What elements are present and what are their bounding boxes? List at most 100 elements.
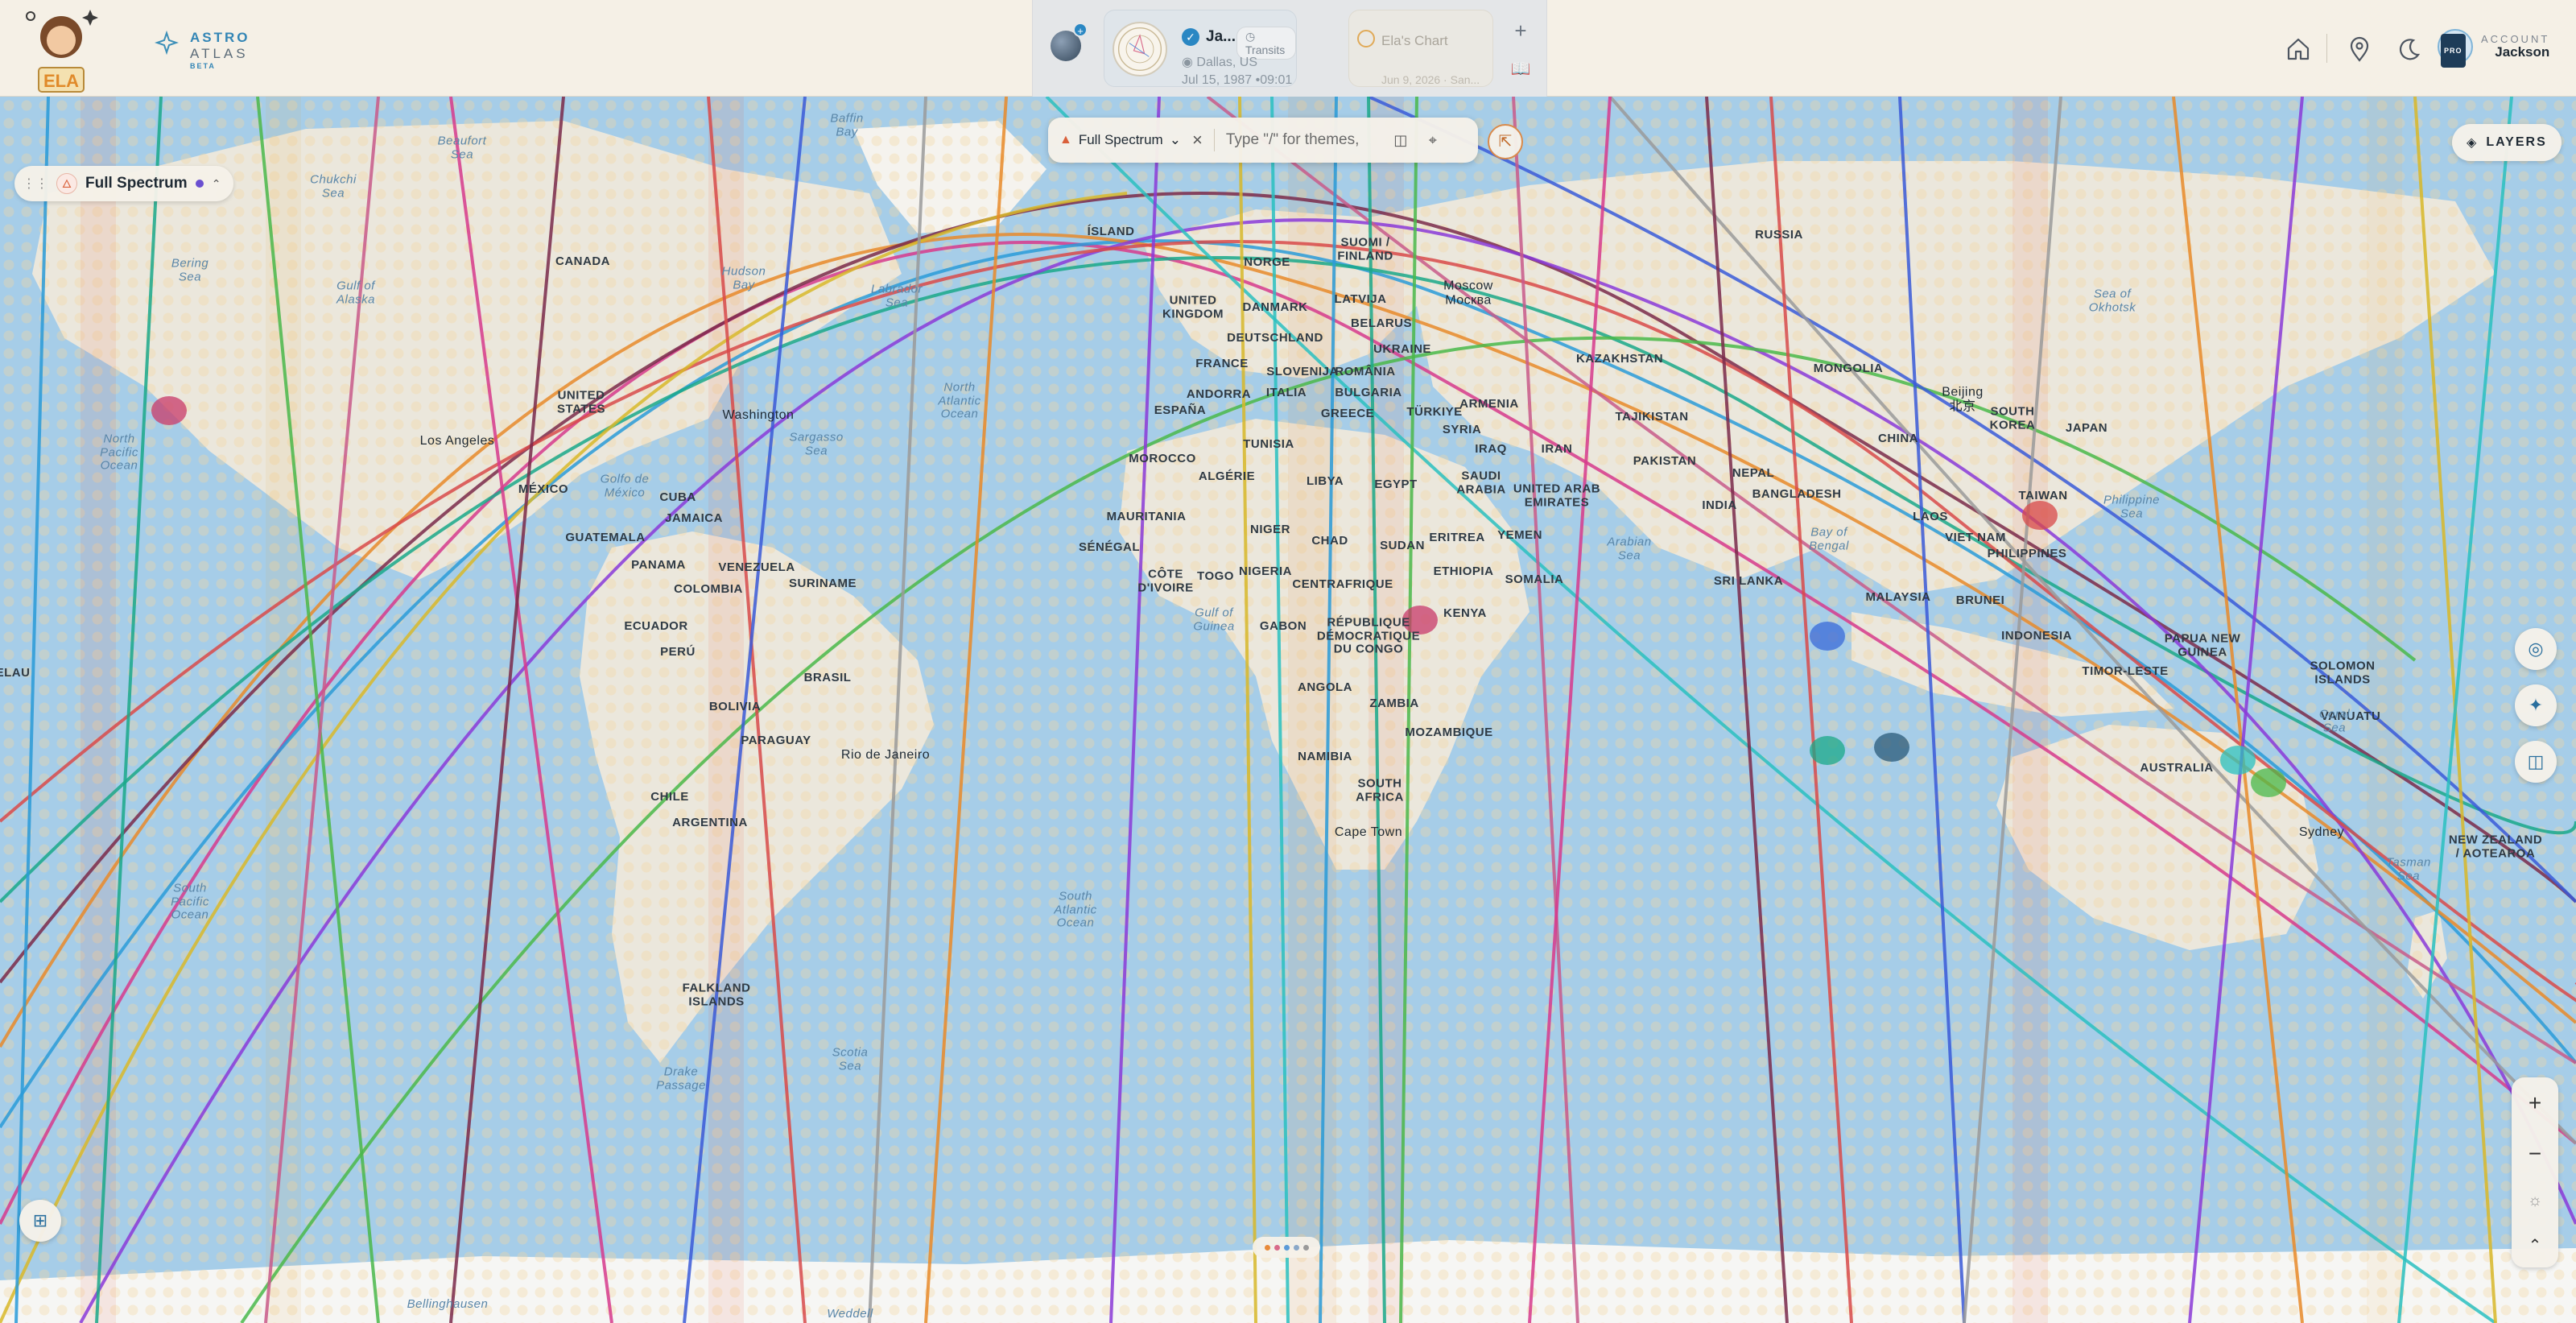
brand-line-2: ATLAS [190,46,249,61]
country-label-danmark: DANMARK [1242,300,1308,314]
astro-meridian-line[interactable] [868,97,927,1323]
country-label-usa: UNITED STATES [557,388,605,416]
city-label-sydney[interactable]: Sydney [2299,825,2344,840]
pager-dot [1264,1244,1270,1251]
astro-meridian-line[interactable] [1963,97,2062,1323]
country-label-deutschland: DEUTSCHLAND [1227,330,1323,345]
location-hotspot-marker[interactable] [1874,733,1909,762]
chart-tab-ela[interactable]: Ela's Chart Jun 9, 2026 · San... [1348,10,1493,87]
avatar: JM PRO [2438,29,2473,68]
city-label-losangeles[interactable]: Los Angeles [420,434,495,449]
location-hotspot-marker[interactable] [1810,736,1845,765]
astro-atlas-app: ELA ASTRO ATLAS BETA + ✓ Ja... ◷ Transit… [0,0,2576,1323]
country-label-belarus: BELARUS [1350,316,1413,330]
moon-icon[interactable] [2396,35,2423,63]
astro-meridian-line[interactable] [1238,97,1257,1323]
country-label-panama: PANAMA [631,557,686,572]
sea-label-baffin: Baffin Bay [830,111,864,139]
country-label-cuba: CUBA [659,490,696,504]
astro-meridian-line[interactable] [449,97,613,1323]
astro-meridian-line[interactable] [95,97,163,1323]
chart-tab-active[interactable]: ✓ Ja... ◷ Transits ◉ Dallas, US Jul 15, … [1104,10,1297,87]
country-label-egypt: EGYPT [1374,477,1418,491]
search-input[interactable] [1225,131,1379,149]
country-label-laos: LAOS [1913,509,1948,523]
book-guide-button[interactable]: ⊞ [19,1200,61,1242]
country-label-island: ÍSLAND [1087,224,1135,238]
crosshair-icon[interactable]: ⌖ [1422,130,1443,151]
book-icon[interactable]: 📖 [1509,58,1532,81]
country-label-france: FRANCE [1195,356,1249,370]
layers-label: LAYERS [2486,135,2547,149]
astro-curve-line[interactable] [0,256,2576,903]
country-label-nz: NEW ZEALAND / AOTEAROA [2448,833,2543,860]
zoom-out-button[interactable]: − [2519,1141,2551,1167]
country-label-bulgaria: BULGARIA [1335,385,1402,399]
check-icon: ✓ [1182,28,1199,46]
pager-dot [1283,1244,1290,1251]
country-label-armenia: ARMENIA [1459,396,1519,411]
location-pin-icon[interactable] [2346,35,2373,63]
astro-meridian-line[interactable] [1319,97,1338,1323]
location-hotspot-marker[interactable] [1810,622,1845,651]
sparkle-tool-icon[interactable]: ✦ [2515,684,2557,726]
country-label-china: CHINA [1878,431,1918,445]
theme-selector[interactable]: ▲ Full Spectrum ⌄ [1059,132,1181,148]
spectrum-theme-pill[interactable]: ⋮⋮ 🜂 Full Spectrum ⌃ [14,166,234,201]
compass-icon[interactable]: ◎ [2515,628,2557,670]
chevron-up-icon[interactable]: ⌃ [2519,1235,2551,1255]
astro-curve-line[interactable] [1206,97,2576,1065]
camera-tool-icon[interactable]: ◫ [2515,741,2557,783]
astro-curve-line[interactable] [0,192,1128,1323]
location-hotspot-marker[interactable] [151,396,187,425]
spectrum-pill-label: Full Spectrum [85,175,188,192]
zoom-in-button[interactable]: + [2519,1090,2551,1116]
pager-dots[interactable] [1253,1237,1320,1258]
ela-logo[interactable]: ELA [21,5,101,95]
account-menu[interactable]: JM PRO ACCOUNT Jackson [2438,29,2550,68]
city-label-capetown[interactable]: Cape Town [1335,825,1402,840]
pager-dot [1302,1244,1309,1251]
camera-icon[interactable]: ◫ [1390,130,1411,151]
country-label-turkiye: TÜRKIYE [1406,404,1463,419]
country-label-brasil: BRASIL [803,670,852,684]
home-icon[interactable] [2285,35,2312,63]
chevron-up-icon[interactable]: ⌃ [212,177,221,191]
astro-meridian-line[interactable] [2397,97,2513,1323]
drag-handle-icon[interactable]: ⋮⋮ [23,176,48,192]
share-button[interactable]: ⇱ [1488,124,1523,159]
country-label-uae: UNITED ARAB EMIRATES [1513,482,1601,509]
sea-label-okhotsk: Sea of Okhotsk [2088,287,2136,314]
country-label-sudan: SUDAN [1380,538,1425,552]
clear-theme-button[interactable]: × [1192,130,1203,151]
city-label-beijing[interactable]: Beijing 北京 [1942,385,1984,413]
country-label-yemen: YEMEN [1497,527,1542,542]
astro-meridian-line[interactable] [1705,97,1789,1323]
astro-meridian-line[interactable] [1109,97,1161,1323]
country-label-uk: UNITED KINGDOM [1162,293,1224,320]
city-label-moscow[interactable]: Moscow Москва [1443,279,1493,307]
astro-meridian-line[interactable] [1270,97,1290,1323]
city-label-washington[interactable]: Washington [723,408,795,423]
location-hotspot-marker[interactable] [2220,746,2256,775]
sun-icon[interactable]: ☼ [2519,1192,2551,1210]
country-label-palau: ELAU [0,665,31,680]
world-map[interactable]: CANADA UNITED STATES MÉXICO CUBA GUATEMALA JA… [0,97,2576,1323]
location-hotspot-marker[interactable] [2251,768,2286,797]
map-side-tools: ◎ ✦ ◫ [2515,628,2557,783]
add-chart-button[interactable]: + [1509,19,1532,42]
country-label-philippines: PHILIPPINES [1987,546,2067,560]
astro-meridian-line[interactable] [449,97,565,1323]
sea-label-drake: Drake Passage [656,1065,706,1092]
sun-icon [1357,30,1375,48]
location-hotspot-marker[interactable] [2022,501,2058,530]
astro-meridian-line[interactable] [1769,97,1853,1323]
sea-label-hudson: Hudson Bay [721,264,766,291]
layers-icon: ◈ [2467,136,2479,150]
astro-meridian-line[interactable] [1898,97,1966,1323]
account-label: ACCOUNT [2481,32,2550,45]
layers-button[interactable]: ◈ LAYERS [2452,124,2562,161]
brand[interactable]: ASTRO ATLAS BETA [154,30,250,70]
city-label-riodejaneiro[interactable]: Rio de Janeiro [841,748,930,763]
add-badge-icon[interactable]: + [1073,23,1088,37]
